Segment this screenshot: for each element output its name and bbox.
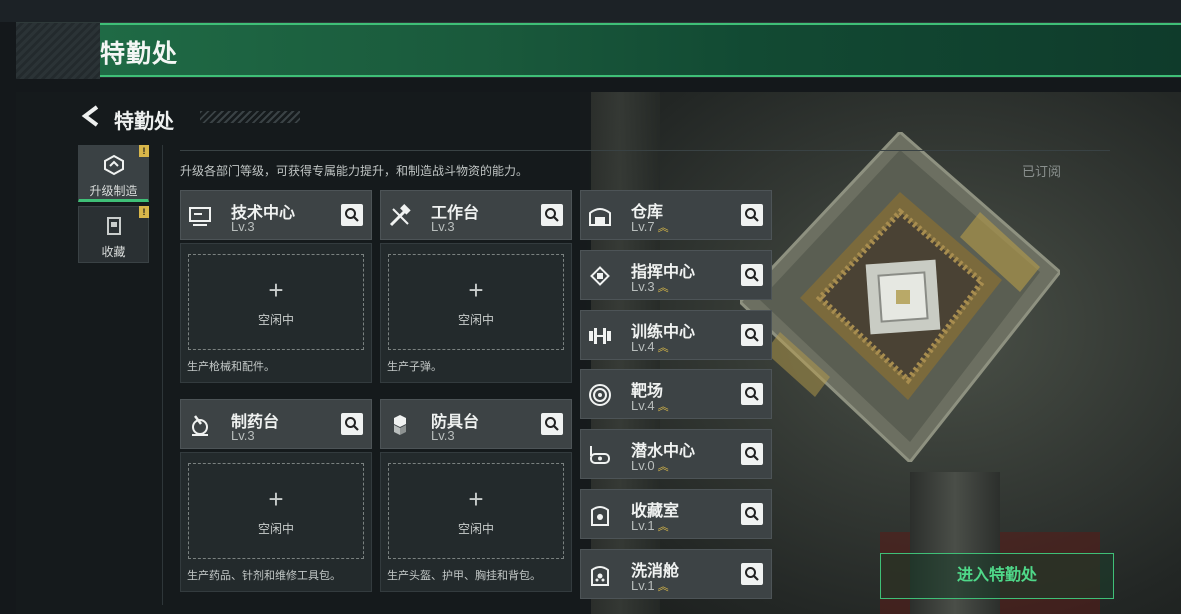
- warehouse-icon: [589, 208, 611, 226]
- workshop-note: 生产头盔、护甲、胸挂和背包。: [387, 570, 541, 582]
- search-icon[interactable]: [341, 204, 363, 226]
- header-banner: [16, 22, 1181, 79]
- search-icon[interactable]: [541, 204, 563, 226]
- production-slot[interactable]: + 空闲中: [388, 254, 564, 350]
- workshop-header-armor-bench[interactable]: 防具台 Lv.3: [380, 399, 572, 449]
- upgrade-arrow-icon: ︽: [657, 282, 669, 294]
- upgrade-arrow-icon: ︽: [657, 461, 669, 473]
- tech-center-icon: [189, 207, 211, 226]
- workbench-icon: [389, 204, 411, 227]
- workshop-card-tech-center: + 空闲中 生产枪械和配件。: [180, 243, 372, 383]
- upgrade-arrow-icon: ︽: [657, 581, 669, 593]
- workshop-header-pharmacy[interactable]: 制药台 Lv.3: [180, 399, 372, 449]
- upgrade-arrow-icon: ︽: [657, 521, 669, 533]
- upgrade-arrow-icon: ︽: [657, 222, 669, 234]
- plus-icon: +: [268, 275, 284, 305]
- facility-level: Lv.3 ︽: [631, 279, 669, 294]
- workshop-note: 生产子弹。: [387, 361, 442, 373]
- diving-center-icon: [590, 446, 610, 464]
- search-icon[interactable]: [541, 413, 563, 435]
- workshop-note: 生产药品、针剂和维修工具包。: [187, 570, 341, 582]
- collection-room-icon: [591, 506, 609, 526]
- banner-green-bar: [100, 23, 1181, 77]
- search-icon[interactable]: [341, 413, 363, 435]
- upgrade-icon: [104, 154, 124, 176]
- facility-level: Lv.1 ︽: [631, 578, 669, 593]
- slot-status: 空闲中: [257, 522, 294, 536]
- production-slot[interactable]: + 空闲中: [188, 463, 364, 559]
- search-icon[interactable]: [741, 563, 763, 585]
- workshop-card-workbench: + 空闲中 生产子弹。: [380, 243, 572, 383]
- search-icon[interactable]: [741, 503, 763, 525]
- facility-shooting-range[interactable]: 靶场 Lv.4 ︽: [580, 369, 772, 419]
- facility-warehouse[interactable]: 仓库 Lv.7 ︽: [580, 190, 772, 240]
- workshop-level: Lv.3: [431, 219, 455, 234]
- plus-icon: +: [468, 484, 484, 514]
- title-hatch: [200, 111, 300, 123]
- workshop-header-workbench[interactable]: 工作台 Lv.3: [380, 190, 572, 240]
- workshop-header-tech-center[interactable]: 技术中心 Lv.3: [180, 190, 372, 240]
- workshop-level: Lv.3: [231, 219, 255, 234]
- tab-upgrade-craft[interactable]: 升级制造 !: [78, 145, 149, 202]
- tab-collection[interactable]: 收藏 !: [78, 206, 149, 263]
- banner-hatch: [16, 23, 100, 79]
- facility-command-center[interactable]: 指挥中心 Lv.3 ︽: [580, 250, 772, 300]
- plus-icon: +: [268, 484, 284, 514]
- search-icon[interactable]: [741, 443, 763, 465]
- page-description: 升级各部门等级，可获得专属能力提升，和制造战斗物资的能力。: [180, 164, 529, 178]
- search-icon[interactable]: [741, 204, 763, 226]
- upgrade-arrow-icon: ︽: [657, 401, 669, 413]
- production-slot[interactable]: + 空闲中: [188, 254, 364, 350]
- workshop-level: Lv.3: [431, 428, 455, 443]
- command-center-icon: [590, 266, 610, 286]
- facility-diving-center[interactable]: 潜水中心 Lv.0 ︽: [580, 429, 772, 479]
- facility-level: Lv.7 ︽: [631, 219, 669, 234]
- plus-icon: +: [468, 275, 484, 305]
- back-arrow-icon[interactable]: [80, 104, 104, 128]
- armor-bench-icon: [394, 415, 406, 435]
- search-icon[interactable]: [741, 324, 763, 346]
- facility-decontamination[interactable]: 洗消舱 Lv.1 ︽: [580, 549, 772, 599]
- facility-level: Lv.0 ︽: [631, 458, 669, 473]
- search-icon[interactable]: [741, 383, 763, 405]
- facility-level: Lv.1 ︽: [631, 518, 669, 533]
- workshop-card-armor-bench: + 空闲中 生产头盔、护甲、胸挂和背包。: [380, 452, 572, 592]
- workshop-note: 生产枪械和配件。: [187, 361, 275, 373]
- training-center-icon: [589, 328, 611, 344]
- alert-badge: !: [139, 145, 149, 157]
- shooting-range-icon: [589, 384, 611, 406]
- upgrade-arrow-icon: ︽: [657, 342, 669, 354]
- production-slot[interactable]: + 空闲中: [388, 463, 564, 559]
- slot-status: 空闲中: [457, 313, 494, 327]
- pharmacy-icon: [192, 415, 208, 436]
- workshop-card-pharmacy: + 空闲中 生产药品、针剂和维修工具包。: [180, 452, 372, 592]
- decontamination-icon: [591, 566, 609, 586]
- facility-level: Lv.4 ︽: [631, 339, 669, 354]
- workshop-level: Lv.3: [231, 428, 255, 443]
- facility-level: Lv.4 ︽: [631, 398, 669, 413]
- slot-status: 空闲中: [457, 522, 494, 536]
- tab-label: 收藏: [101, 245, 126, 259]
- alert-badge: !: [139, 206, 149, 218]
- page-title: 特勤处: [114, 111, 174, 133]
- tab-label: 升级制造: [89, 184, 138, 198]
- subscribed-label: 已订阅: [1022, 164, 1062, 179]
- enter-special-ops-button[interactable]: 进入特勤处: [880, 553, 1114, 599]
- top-strip: [0, 0, 1181, 22]
- search-icon[interactable]: [741, 264, 763, 286]
- vertical-divider: [162, 145, 163, 605]
- facility-collection-room[interactable]: 收藏室 Lv.1 ︽: [580, 489, 772, 539]
- facility-training-center[interactable]: 训练中心 Lv.4 ︽: [580, 310, 772, 360]
- slot-status: 空闲中: [257, 313, 294, 327]
- header-title: 特勤处: [100, 40, 179, 68]
- divider: [180, 150, 1110, 151]
- collection-icon: [107, 217, 121, 235]
- special-ops-cube: [737, 129, 1063, 465]
